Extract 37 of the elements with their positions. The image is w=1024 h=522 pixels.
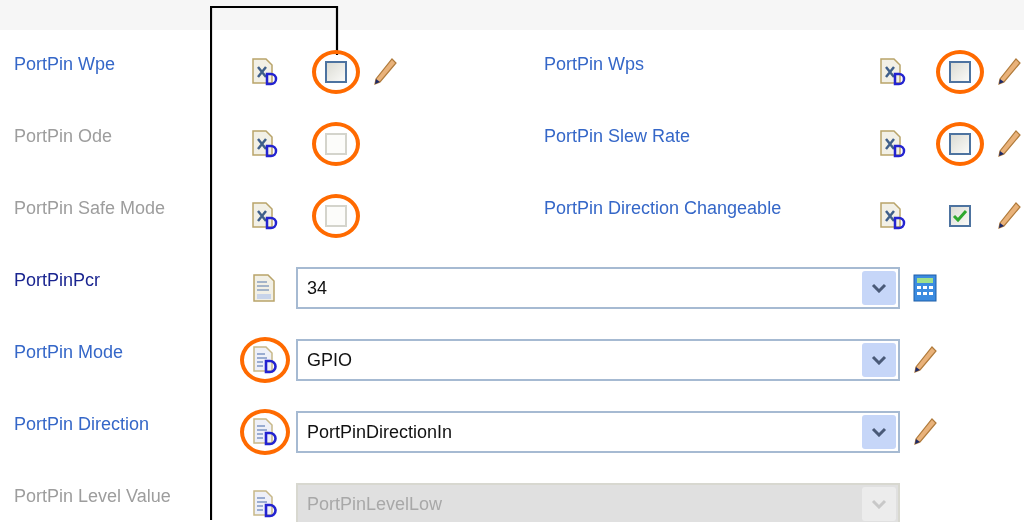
document-icon xyxy=(879,129,907,159)
document-icon xyxy=(251,489,279,519)
pencil-icon[interactable] xyxy=(996,57,1022,87)
document-icon xyxy=(251,57,279,87)
field-label: PortPin Wps xyxy=(544,53,646,76)
chevron-icon xyxy=(871,355,887,365)
document-icon xyxy=(251,345,279,375)
pencil-icon[interactable] xyxy=(912,345,938,375)
field-label: PortPin Wpe xyxy=(13,53,117,76)
checkbox[interactable] xyxy=(949,133,971,155)
field-label: PortPinPcr xyxy=(13,269,102,292)
checkbox[interactable] xyxy=(949,61,971,83)
document-icon xyxy=(879,57,907,87)
pencil-icon[interactable] xyxy=(912,417,938,447)
document-icon xyxy=(879,201,907,231)
document-icon xyxy=(251,129,279,159)
dropdown[interactable]: PortPinDirectionIn xyxy=(296,411,900,453)
field-label: PortPin Level Value xyxy=(13,485,172,508)
document-icon xyxy=(251,201,279,231)
pencil-icon[interactable] xyxy=(996,201,1022,231)
chevron-icon xyxy=(871,283,887,293)
field-label: PortPin Ode xyxy=(13,125,114,148)
checkbox[interactable] xyxy=(949,205,971,227)
document-icon xyxy=(251,417,279,447)
calculator-icon[interactable] xyxy=(912,273,938,303)
pencil-icon[interactable] xyxy=(996,129,1022,159)
field-label: PortPin Direction xyxy=(13,413,151,436)
field-label: PortPin Direction Changeable xyxy=(544,197,783,220)
dropdown[interactable]: GPIO xyxy=(296,339,900,381)
chevron-icon xyxy=(871,499,887,509)
dropdown[interactable]: 34 xyxy=(296,267,900,309)
field-label: PortPin Mode xyxy=(13,341,125,364)
chevron-icon xyxy=(871,427,887,437)
field-label: PortPin Safe Mode xyxy=(13,197,167,220)
field-label: PortPin Slew Rate xyxy=(544,125,692,148)
pencil-icon[interactable] xyxy=(372,57,398,87)
checkbox[interactable] xyxy=(325,61,347,83)
